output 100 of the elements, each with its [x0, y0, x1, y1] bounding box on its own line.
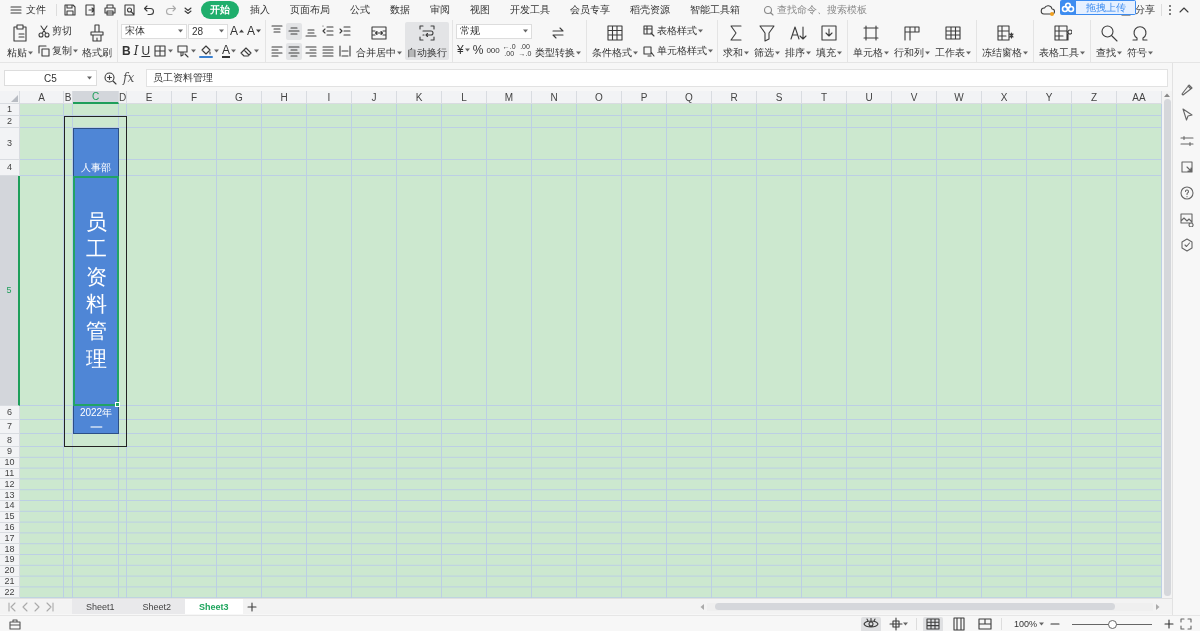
caret-icon[interactable] — [28, 50, 33, 55]
caret-icon[interactable] — [966, 50, 972, 55]
column-header[interactable]: F — [172, 91, 217, 104]
ribbon-tab[interactable]: 智能工具箱 — [681, 1, 749, 19]
font-size-select[interactable]: 28 — [188, 23, 228, 39]
column-header[interactable]: M — [487, 91, 532, 104]
caret-icon[interactable] — [1039, 622, 1044, 626]
borders-button[interactable] — [152, 42, 175, 60]
brush-icon[interactable] — [87, 22, 107, 43]
find-button[interactable]: 查找 — [1094, 22, 1125, 60]
fill-button[interactable]: 填充 — [814, 22, 845, 60]
alignment-button[interactable] — [286, 42, 303, 60]
column-header[interactable]: V — [892, 91, 937, 104]
caret-icon[interactable] — [254, 49, 260, 53]
caret-icon[interactable] — [191, 49, 197, 53]
thousands-button[interactable]: 000 — [485, 41, 501, 59]
column-header[interactable]: N — [532, 91, 577, 104]
row-header[interactable]: 12 — [0, 479, 20, 491]
sliders-icon[interactable] — [1178, 133, 1195, 149]
bold-button[interactable]: B — [121, 42, 132, 60]
sum-button[interactable]: 求和 — [721, 22, 752, 60]
sheet-tab[interactable]: Sheet1 — [72, 599, 129, 615]
wrap-text-icon[interactable] — [417, 22, 438, 43]
shrink-font-button[interactable]: A — [246, 22, 263, 40]
formula-input[interactable]: 员工资料管理 — [146, 69, 1168, 87]
ribbon-tab[interactable]: 开发工具 — [501, 1, 559, 19]
grow-font-button[interactable]: A — [229, 22, 245, 40]
worksheet-button[interactable]: 工作表 — [933, 22, 974, 60]
scroll-up-icon[interactable] — [1164, 93, 1170, 97]
caret-icon[interactable] — [1080, 50, 1086, 55]
rows-columns-button[interactable]: 行和列 — [892, 22, 933, 60]
freeze-panes-button[interactable]: 冻结窗格 — [980, 22, 1031, 60]
number-format-select[interactable]: 常规 — [456, 23, 533, 39]
ribbon-tab[interactable]: 插入 — [241, 1, 279, 19]
vertical-scrollbar[interactable] — [1162, 91, 1172, 599]
normal-view-button[interactable] — [922, 616, 943, 631]
column-header[interactable]: W — [937, 91, 982, 104]
row-header[interactable]: 22 — [0, 587, 20, 599]
row-header[interactable]: 1 — [0, 104, 20, 116]
caret-icon[interactable] — [214, 49, 220, 53]
table-style-button[interactable]: 表格样式 — [641, 22, 715, 40]
column-header[interactable]: O — [577, 91, 622, 104]
ribbon-tab[interactable]: 页面布局 — [281, 1, 339, 19]
column-header[interactable]: J — [352, 91, 397, 104]
cell-button[interactable]: 单元格 — [851, 22, 892, 60]
preview-icon[interactable] — [123, 3, 137, 17]
hamburger-icon[interactable] — [10, 5, 22, 15]
cell-style-button[interactable]: 单元格样式 — [641, 42, 715, 60]
caret-icon[interactable] — [698, 29, 704, 33]
column-header[interactable]: T — [802, 91, 847, 104]
column-header[interactable]: K — [397, 91, 442, 104]
caret-icon[interactable] — [902, 622, 908, 626]
row-header[interactable]: 19 — [0, 554, 20, 566]
font-name-select[interactable]: 宋体 — [121, 23, 187, 39]
column-header[interactable]: P — [622, 91, 667, 104]
caret-icon[interactable] — [884, 50, 890, 55]
column-header[interactable]: S — [757, 91, 802, 104]
row-header[interactable]: 20 — [0, 565, 20, 577]
slider-thumb[interactable] — [1108, 619, 1117, 629]
fullscreen-icon[interactable] — [1180, 618, 1192, 630]
caret-icon[interactable] — [73, 49, 78, 53]
command-search[interactable]: 查找命令、搜索模板 — [763, 3, 867, 17]
row-header[interactable]: 6 — [0, 406, 20, 420]
column-header[interactable]: X — [982, 91, 1027, 104]
row-header[interactable]: 17 — [0, 533, 20, 545]
ribbon-tab[interactable]: 会员专享 — [561, 1, 619, 19]
export-icon[interactable] — [83, 3, 97, 17]
sheet-tab[interactable]: Sheet2 — [128, 599, 186, 615]
name-box[interactable]: C5 — [4, 70, 97, 86]
row-header[interactable]: 7 — [0, 420, 20, 434]
cut-button[interactable]: 剪切 — [36, 22, 79, 40]
grid-icon[interactable] — [605, 22, 626, 43]
scissors-icon[interactable] — [37, 24, 51, 38]
crop-icon[interactable] — [1178, 159, 1195, 175]
ribbon-tab[interactable]: 公式 — [341, 1, 379, 19]
column-header[interactable]: I — [307, 91, 352, 104]
caret-icon[interactable] — [708, 49, 714, 53]
more-options-icon[interactable] — [1168, 4, 1172, 16]
font-color-button[interactable]: A — [221, 42, 238, 60]
row-header[interactable]: 14 — [0, 501, 20, 512]
row-header[interactable]: 18 — [0, 544, 20, 555]
table-tools-button[interactable]: 表格工具 — [1037, 22, 1088, 60]
column-header[interactable]: U — [847, 91, 892, 104]
shield-icon[interactable] — [1178, 237, 1195, 253]
ribbon-tab[interactable]: 视图 — [461, 1, 499, 19]
convert-type-button[interactable]: 类型转换 — [533, 22, 584, 60]
zoom-in-icon[interactable] — [1164, 619, 1174, 629]
caret-icon[interactable] — [744, 50, 750, 55]
symbol-button[interactable]: 符号 — [1125, 22, 1156, 60]
column-header[interactable]: Z — [1072, 91, 1117, 104]
copy-icon[interactable] — [37, 44, 51, 58]
caret-icon[interactable] — [806, 50, 812, 55]
undo-icon[interactable] — [143, 3, 157, 17]
ribbon-tab[interactable]: 稻壳资源 — [621, 1, 679, 19]
caret-icon[interactable] — [87, 76, 92, 80]
add-sheet-icon[interactable] — [246, 601, 257, 612]
function-button[interactable]: fx — [123, 71, 135, 85]
column-header[interactable]: E — [127, 91, 172, 104]
zoom-icon[interactable] — [103, 71, 117, 85]
conditional-format-button[interactable]: 条件格式 — [590, 22, 641, 60]
